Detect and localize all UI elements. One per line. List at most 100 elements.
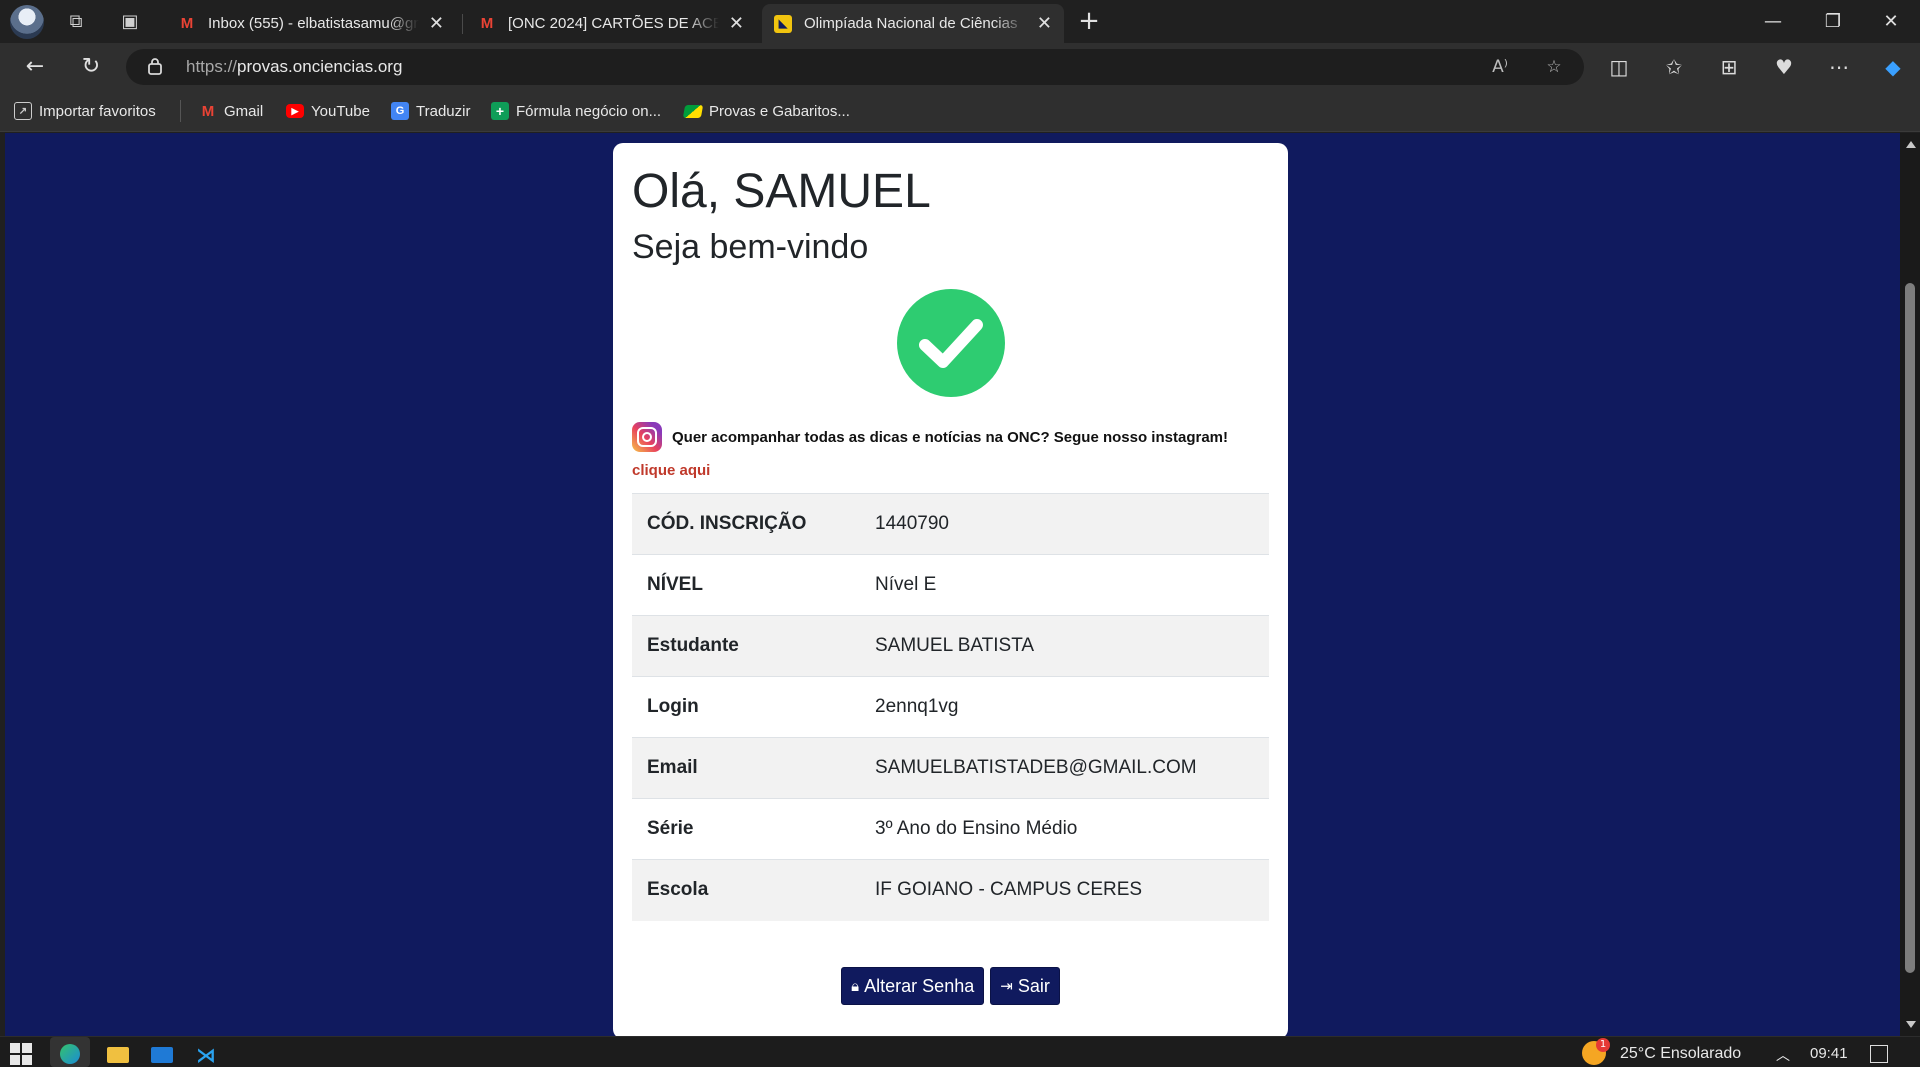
tab-title: Olimpíada Nacional de Ciências (804, 15, 1018, 32)
import-icon: ↗ (14, 102, 32, 120)
checkmark-icon (918, 319, 983, 368)
bookmark-translate[interactable]: G Traduzir (391, 100, 470, 122)
bookmark-label: Importar favoritos (39, 102, 156, 120)
address-bar[interactable]: https://provas.onciencias.org A⁾ ☆ (126, 49, 1584, 85)
flag-icon (682, 104, 704, 118)
weather-sun-icon[interactable]: 1 (1582, 1038, 1610, 1065)
minimize-button[interactable]: — (1750, 8, 1796, 36)
tab-separator (462, 14, 463, 34)
read-aloud-icon[interactable]: A⁾ (1488, 55, 1512, 79)
edge-taskbar-button[interactable] (50, 1037, 90, 1067)
logout-button[interactable]: ⇥ Sair (990, 967, 1060, 1005)
bookmark-gmail[interactable]: M Gmail (199, 100, 263, 122)
lock-icon: 🔒︎ (851, 977, 860, 995)
bookmark-label: YouTube (311, 102, 370, 120)
gmail-icon: M (180, 15, 194, 32)
table-row: Email SAMUELBATISTADEB@GMAIL.COM (632, 737, 1269, 799)
back-button[interactable]: ← (20, 52, 50, 82)
favorites-icon[interactable]: ✩ (1659, 52, 1689, 82)
tab-strip: ⧉ ▣ M Inbox (555) - elbatistasamu@gmail.… (0, 0, 1920, 43)
url-host: provas.onciencias.org (237, 57, 403, 76)
bookmark-provas[interactable]: Provas e Gabaritos... (682, 100, 850, 122)
table-row: CÓD. INSCRIÇÃO 1440790 (632, 493, 1269, 555)
weather-badge: 1 (1596, 1038, 1610, 1052)
copilot-icon[interactable]: ◆ (1878, 52, 1908, 82)
youtube-icon: ▶ (286, 104, 304, 118)
page-viewport: Olá, SAMUEL Seja bem-vindo Quer acompanh… (5, 133, 1900, 1036)
row-value: 2ennq1vg (860, 676, 1269, 738)
profile-avatar[interactable] (10, 5, 44, 39)
windows-start-icon[interactable] (10, 1043, 32, 1065)
tab-onc-cards[interactable]: M [ONC 2024] CARTÕES DE ACESSO ✕ (466, 4, 756, 43)
scroll-down-arrow-icon[interactable] (1906, 1021, 1916, 1028)
row-value: 1440790 (860, 493, 1269, 555)
file-explorer-icon[interactable] (107, 1047, 129, 1063)
instagram-row: Quer acompanhar todas as dicas e notícia… (632, 422, 1269, 452)
tab-actions-icon[interactable]: ▣ (118, 10, 142, 34)
instagram-icon[interactable] (632, 422, 662, 452)
tab-inbox[interactable]: M Inbox (555) - elbatistasamu@gmail.com … (166, 4, 456, 43)
bookmark-formula[interactable]: + Fórmula negócio on... (491, 100, 661, 122)
row-value: 3º Ano do Ensino Médio (860, 798, 1269, 860)
table-row: Estudante SAMUEL BATISTA (632, 615, 1269, 677)
check-circle-icon (896, 289, 1005, 397)
student-info-table: CÓD. INSCRIÇÃO 1440790 NÍVEL Nível E Estudan… (632, 493, 1269, 921)
row-label: Série (632, 798, 860, 860)
bookmark-label: Traduzir (416, 102, 471, 120)
bookmark-youtube[interactable]: ▶ YouTube (286, 100, 370, 122)
new-tab-button[interactable]: + (1074, 6, 1104, 36)
split-screen-icon[interactable]: ◫ (1604, 52, 1634, 82)
restore-button[interactable]: ❐ (1810, 8, 1856, 36)
more-menu-icon[interactable]: ⋯ (1824, 52, 1854, 82)
welcome-card: Olá, SAMUEL Seja bem-vindo Quer acompanh… (613, 143, 1288, 1036)
row-value: Nível E (860, 554, 1269, 616)
row-label: CÓD. INSCRIÇÃO (632, 493, 860, 555)
bookmark-label: Provas e Gabaritos... (709, 102, 850, 120)
instagram-text: Quer acompanhar todas as dicas e notícia… (672, 428, 1228, 446)
row-label: Escola (632, 859, 860, 921)
edge-icon (60, 1044, 80, 1064)
tab-title: Inbox (555) - elbatistasamu@gmail.com (208, 15, 419, 32)
lock-icon[interactable] (148, 57, 162, 75)
gmail-icon: M (480, 15, 494, 32)
welcome-heading: Seja bem-vindo (632, 228, 869, 266)
instagram-link[interactable]: clique aqui (632, 462, 1269, 479)
close-icon[interactable]: ✕ (1037, 13, 1052, 34)
row-label: Email (632, 737, 860, 799)
change-password-button[interactable]: 🔒︎ Alterar Senha (841, 967, 985, 1005)
scroll-up-arrow-icon[interactable] (1906, 141, 1916, 148)
page-scrollbar[interactable] (1900, 133, 1920, 1036)
browser-essentials-icon[interactable]: ♥ (1769, 52, 1799, 82)
favorite-star-icon[interactable]: ☆ (1542, 55, 1566, 79)
refresh-button[interactable]: ↻ (76, 52, 106, 82)
chevron-up-icon[interactable]: ︿ (1776, 1045, 1790, 1065)
close-window-button[interactable]: ✕ (1868, 8, 1914, 36)
logout-label: Sair (1017, 975, 1050, 996)
scroll-thumb[interactable] (1905, 283, 1915, 973)
tab-title: [ONC 2024] CARTÕES DE ACESSO (508, 15, 719, 32)
bookmark-label: Fórmula negócio on... (516, 102, 662, 120)
mail-icon[interactable] (151, 1047, 173, 1063)
bookmarks-bar: ↗ Importar favoritos M Gmail ▶ YouTube G… (0, 90, 1920, 132)
change-password-label: Alterar Senha (864, 975, 975, 996)
workspaces-icon[interactable]: ⧉ (64, 10, 88, 34)
tab-onc-active[interactable]: ◣ Olimpíada Nacional de Ciências ✕ (762, 4, 1064, 43)
table-row: NÍVEL Nível E (632, 554, 1269, 616)
collections-icon[interactable]: ⊞ (1714, 52, 1744, 82)
vscode-icon[interactable]: ⋊ (196, 1045, 218, 1065)
notification-icon[interactable] (1870, 1045, 1888, 1063)
translate-icon: G (391, 102, 409, 120)
row-label: NÍVEL (632, 554, 860, 616)
row-value: IF GOIANO - CAMPUS CERES (860, 859, 1269, 921)
plus-icon: + (491, 102, 509, 120)
table-row: Escola IF GOIANO - CAMPUS CERES (632, 859, 1269, 921)
close-icon[interactable]: ✕ (429, 13, 444, 34)
url-text[interactable]: https://provas.onciencias.org (186, 57, 402, 77)
bookmark-import[interactable]: ↗ Importar favoritos (14, 100, 156, 122)
clock-time[interactable]: 09:41 (1810, 1045, 1848, 1062)
row-value: SAMUEL BATISTA (860, 615, 1269, 677)
row-label: Estudante (632, 615, 860, 677)
close-icon[interactable]: ✕ (729, 13, 744, 34)
bookmark-label: Gmail (224, 102, 264, 120)
weather-text[interactable]: 25°C Ensolarado (1620, 1045, 1741, 1063)
